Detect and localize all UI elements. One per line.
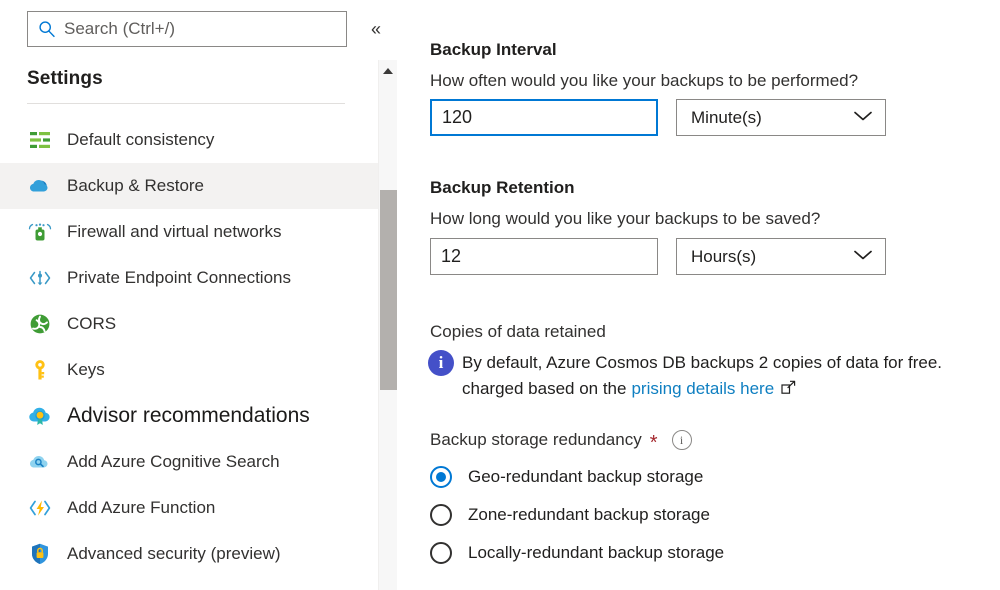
sidebar-scrollbar[interactable] — [378, 60, 397, 590]
sidebar-item-keys[interactable]: Keys — [0, 347, 378, 393]
radio-locally-redundant[interactable]: Locally-redundant backup storage — [430, 534, 724, 572]
sidebar-item-label: Add Azure Cognitive Search — [67, 452, 280, 471]
sidebar-item-label: Add Azure Function — [67, 498, 216, 517]
backup-retention-title: Backup Retention — [430, 178, 575, 197]
shield-lock-icon — [27, 541, 53, 567]
sidebar-item-label: Keys — [67, 360, 105, 379]
required-asterisk: * — [649, 432, 658, 454]
settings-nav-list: Default consistency Backup & Restore Fir… — [0, 117, 378, 577]
backup-interval-unit-value: Minute(s) — [691, 107, 762, 127]
chevron-down-icon — [853, 109, 873, 127]
radio-mark-icon — [430, 542, 452, 564]
collapse-sidebar-button[interactable]: « — [363, 17, 389, 41]
sidebar-item-backup-restore[interactable]: Backup & Restore — [0, 163, 378, 209]
radio-label: Locally-redundant backup storage — [468, 543, 725, 562]
sidebar-item-advisor-recommendations[interactable]: Advisor recommendations — [0, 393, 378, 439]
sidebar-item-private-endpoint-connections[interactable]: Private Endpoint Connections — [0, 255, 378, 301]
sidebar-item-add-azure-function[interactable]: Add Azure Function — [0, 485, 378, 531]
info-outline-icon[interactable]: i — [671, 430, 692, 450]
private-endpoint-icon — [27, 265, 53, 291]
sidebar-item-label: Backup & Restore — [67, 176, 205, 195]
radio-label: Zone-redundant backup storage — [468, 505, 710, 524]
copies-info-line2-prefix: charged based on the — [462, 379, 627, 398]
backup-retention-input[interactable] — [430, 238, 658, 275]
azure-function-icon — [27, 495, 53, 521]
radio-mark-icon — [430, 504, 452, 526]
backup-restore-detail-pane: Backup Interval How often would you like… — [404, 0, 1000, 590]
cognitive-search-icon — [27, 449, 53, 475]
backup-interval-question: How often would you like your backups to… — [430, 71, 859, 90]
backup-retention-unit-value: Hours(s) — [691, 246, 757, 266]
sidebar-item-label: Advisor recommendations — [67, 404, 310, 427]
backup-interval-title: Backup Interval — [430, 40, 557, 59]
advisor-cloud-icon — [27, 403, 53, 429]
backup-interval-range-hint: 60-1440 — [834, 142, 1000, 160]
external-link-icon — [781, 380, 796, 395]
pricing-details-link[interactable]: prising details here — [631, 376, 774, 402]
sidebar-item-label: Advanced security (preview) — [67, 544, 281, 563]
radio-zone-redundant[interactable]: Zone-redundant backup storage — [430, 496, 724, 534]
backup-cloud-icon — [27, 173, 53, 199]
search-input[interactable] — [64, 19, 338, 39]
search-icon — [36, 19, 58, 39]
consistency-bars-icon — [27, 127, 53, 153]
settings-sidebar: « Settings Default consistency — [0, 0, 397, 590]
backup-retention-question: How long would you like your backups to … — [430, 209, 821, 228]
scroll-up-arrow-icon[interactable] — [379, 60, 397, 82]
sidebar-item-add-azure-cognitive-search[interactable]: Add Azure Cognitive Search — [0, 439, 378, 485]
copies-of-data-label: Copies of data retained — [430, 322, 606, 341]
chevron-down-icon — [853, 248, 873, 266]
sidebar-item-label: Default consistency — [67, 130, 215, 149]
firewall-icon — [27, 219, 53, 245]
sidebar-item-default-consistency[interactable]: Default consistency — [0, 117, 378, 163]
backup-retention-unit-select[interactable]: Hours(s) — [676, 238, 886, 275]
copies-info-line1: By default, Azure Cosmos DB backups 2 co… — [462, 353, 943, 372]
backup-interval-unit-select[interactable]: Minute(s) — [676, 99, 886, 136]
search-box[interactable] — [27, 11, 347, 47]
azure-backup-restore-page: « Settings Default consistency — [0, 0, 1000, 590]
sidebar-item-label: Private Endpoint Connections — [67, 268, 291, 287]
redundancy-label-row: Backup storage redundancy * i — [430, 430, 692, 454]
backup-interval-input[interactable] — [430, 99, 658, 136]
redundancy-label: Backup storage redundancy — [430, 430, 642, 449]
settings-heading: Settings — [27, 68, 103, 89]
sidebar-item-label: CORS — [67, 314, 117, 333]
sidebar-item-advanced-security[interactable]: Advanced security (preview) — [0, 531, 378, 577]
radio-label: Geo-redundant backup storage — [468, 467, 704, 486]
sidebar-item-cors[interactable]: CORS — [0, 301, 378, 347]
scrollbar-thumb[interactable] — [380, 190, 397, 390]
sidebar-item-firewall-virtual-networks[interactable]: Firewall and virtual networks — [0, 209, 378, 255]
info-icon: i — [428, 350, 454, 376]
redundancy-radio-group: Geo-redundant backup storage Zone-redund… — [430, 458, 724, 572]
radio-geo-redundant[interactable]: Geo-redundant backup storage — [430, 458, 724, 496]
cors-icon — [27, 311, 53, 337]
sidebar-item-label: Firewall and virtual networks — [67, 222, 282, 241]
copies-info-message: i By default, Azure Cosmos DB backups 2 … — [428, 350, 994, 402]
backup-retention-range-hint: 8-720 — [834, 281, 1000, 299]
settings-divider — [27, 103, 345, 104]
radio-mark-icon — [430, 466, 452, 488]
key-icon — [27, 357, 53, 383]
